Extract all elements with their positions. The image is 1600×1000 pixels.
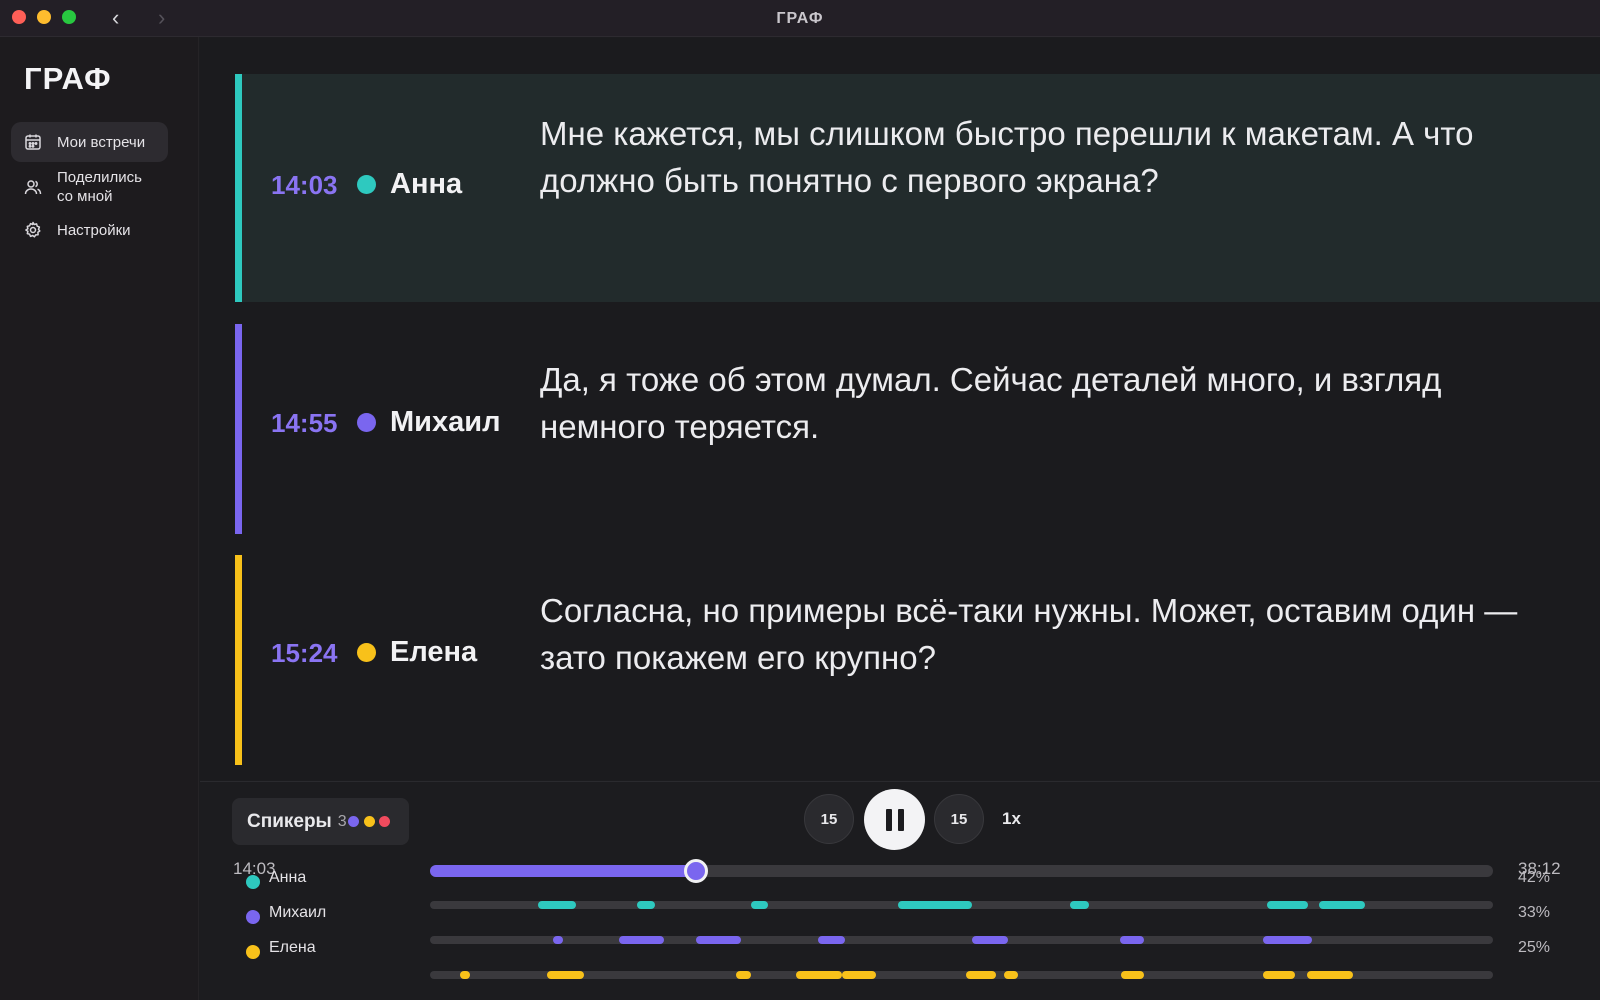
speech-segment[interactable] (842, 971, 877, 979)
speaker-name: Михаил (269, 904, 327, 921)
transcript-panel: 14:03 Анна Мне кажется, мы слишком быстр… (200, 38, 1600, 780)
speech-segment[interactable] (1266, 901, 1309, 909)
speech-segment[interactable] (1004, 971, 1018, 979)
speaker-name: Анна (269, 869, 307, 886)
speaker-dot (246, 945, 260, 959)
sidebar: ГРАФ Мои встречи Поделились со мной Наст… (0, 37, 199, 1000)
speakers-count: 3 (337, 812, 347, 830)
speaker-dot (357, 413, 376, 432)
speaker-row-anna[interactable]: Анна (246, 868, 307, 889)
speaker-dot (357, 643, 376, 662)
speaker-percent: 33% (1518, 904, 1551, 921)
speaker-color-bar (235, 74, 242, 302)
speaker-dot (246, 875, 260, 889)
speaker-name: Анна (390, 168, 463, 200)
speaker-timeline-mikhail[interactable] (430, 936, 1493, 944)
utterance-text: Да, я тоже об этом думал. Сейчас деталей… (540, 361, 1442, 445)
speakers-label: Спикеры (247, 810, 332, 832)
speech-segment[interactable] (637, 901, 656, 909)
utterance-text: Согласна, но примеры всё-таки нужны. Мож… (540, 592, 1518, 676)
speech-segment[interactable] (695, 936, 742, 944)
speech-segment[interactable] (459, 971, 471, 979)
speech-segment[interactable] (817, 936, 845, 944)
speech-segment[interactable] (1069, 901, 1090, 909)
speaker-percent: 25% (1518, 939, 1551, 956)
app-window: ‹ › ГРАФ ГРАФ Мои встречи Поделились со … (0, 0, 1600, 1000)
speaker-mini-dot (364, 816, 375, 827)
speech-segment[interactable] (546, 971, 585, 979)
transcript-entry[interactable]: 14:03 Анна Мне кажется, мы слишком быстр… (235, 74, 1600, 302)
speaker-color-bar (235, 555, 242, 765)
progress-fill (430, 865, 696, 877)
speaker-dot (246, 910, 260, 924)
speech-segment[interactable] (538, 901, 576, 909)
title-bar: ‹ › ГРАФ (0, 0, 1600, 37)
speech-segment[interactable] (1263, 971, 1296, 979)
playback-speed-button[interactable]: 1x (1002, 809, 1021, 829)
app-logo[interactable]: ГРАФ (24, 61, 112, 96)
speaker-name: Михаил (390, 406, 501, 438)
entry-timestamp[interactable]: 14:03 (271, 170, 338, 201)
sidebar-item-my-meetings[interactable]: Мои встречи (11, 122, 168, 162)
speaker-mini-dot (348, 816, 359, 827)
sidebar-item-shared-with-me[interactable]: Поделились со мной (11, 167, 168, 207)
users-icon (24, 180, 42, 195)
progress-slider[interactable] (430, 859, 1493, 883)
speech-segment[interactable] (751, 901, 769, 909)
sidebar-item-label: Поделились со мной (57, 169, 142, 205)
speaker-timeline-elena[interactable] (430, 971, 1493, 979)
skip-forward-seconds: 15 (950, 810, 968, 828)
speaker-mini-dot (379, 816, 390, 827)
sidebar-item-settings[interactable]: Настройки (11, 212, 168, 248)
speaker-percent: 42% (1518, 869, 1551, 886)
gear-icon (25, 221, 41, 238)
audio-player: Спикеры 3 15 15 1x 14:03 38:12 Анна 42% (200, 781, 1600, 1000)
speech-segment[interactable] (972, 936, 1009, 944)
progress-handle[interactable] (683, 859, 708, 883)
speakers-filter-button[interactable]: Спикеры 3 (232, 798, 409, 845)
speech-segment[interactable] (897, 901, 973, 909)
speech-segment[interactable] (1318, 901, 1366, 909)
speaker-name: Елена (269, 939, 316, 956)
utterance-text: Мне кажется, мы слишком быстро перешли к… (540, 115, 1474, 199)
entry-timestamp[interactable]: 14:55 (271, 408, 338, 439)
speech-segment[interactable] (553, 936, 563, 944)
speech-segment[interactable] (1306, 971, 1353, 979)
sidebar-item-label: Мои встречи (57, 133, 146, 151)
speaker-color-bar (235, 324, 242, 534)
speech-segment[interactable] (736, 971, 752, 979)
logo-text: ГРАФ (24, 61, 112, 96)
window-title: ГРАФ (776, 10, 824, 27)
skip-back-button[interactable]: 15 (804, 794, 854, 844)
speaker-name: Елена (390, 636, 478, 668)
speech-segment[interactable] (1119, 936, 1145, 944)
calendar-icon (25, 134, 41, 150)
pause-icon (885, 808, 904, 831)
speaker-row-mikhail[interactable]: Михаил (246, 903, 327, 924)
speech-segment[interactable] (795, 971, 843, 979)
skip-back-seconds: 15 (820, 810, 838, 828)
sidebar-item-label: Настройки (57, 221, 131, 239)
speaker-timeline-anna[interactable] (430, 901, 1493, 909)
speech-segment[interactable] (619, 936, 664, 944)
speaker-dot (357, 175, 376, 194)
transcript-entry[interactable]: 15:24 Елена Согласна, но примеры всё-так… (235, 555, 1600, 765)
speech-segment[interactable] (1120, 971, 1145, 979)
speech-segment[interactable] (965, 971, 996, 979)
speech-segment[interactable] (1263, 936, 1313, 944)
entry-timestamp[interactable]: 15:24 (271, 638, 338, 669)
speaker-row-elena[interactable]: Елена (246, 938, 316, 959)
pause-button[interactable] (864, 789, 925, 850)
skip-forward-button[interactable]: 15 (934, 794, 984, 844)
transcript-entry[interactable]: 14:55 Михаил Да, я тоже об этом думал. С… (235, 324, 1600, 534)
